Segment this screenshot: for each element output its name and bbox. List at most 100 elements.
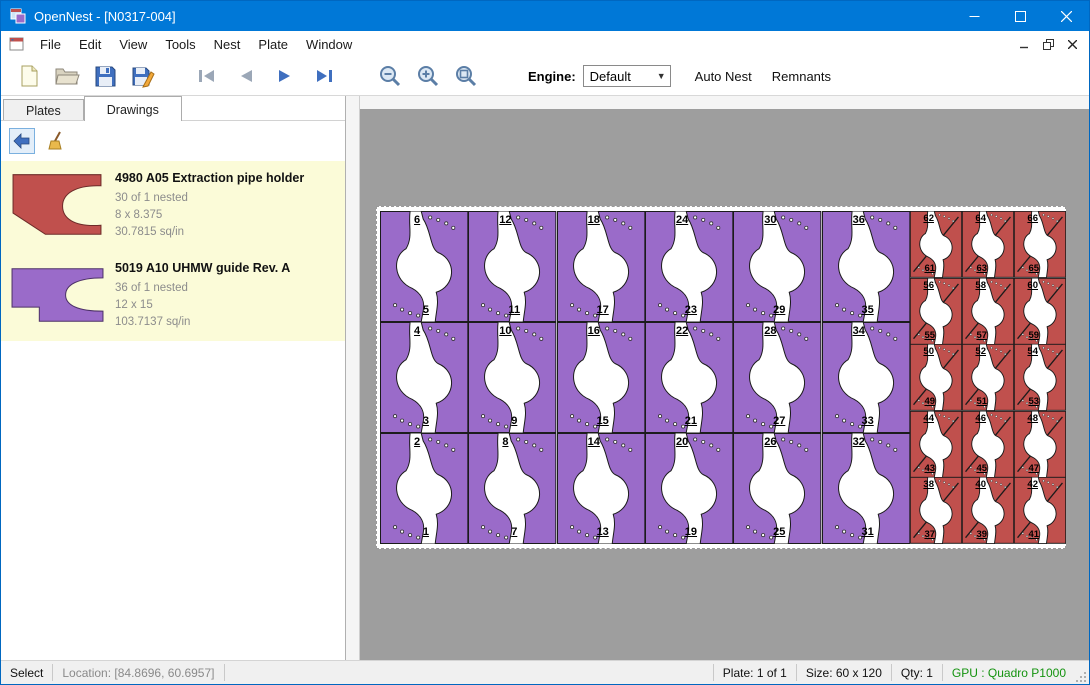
nest-part-pair[interactable]: 43 <box>380 322 468 433</box>
part-number[interactable]: 56 <box>923 281 934 291</box>
part-number[interactable]: 49 <box>924 397 935 407</box>
menu-tools[interactable]: Tools <box>156 33 204 56</box>
nest-part-pair[interactable]: 3029 <box>733 211 821 322</box>
nav-last-button[interactable] <box>308 60 340 92</box>
part-number[interactable]: 44 <box>923 414 934 424</box>
menu-window[interactable]: Window <box>297 33 361 56</box>
mdi-restore-button[interactable] <box>1039 35 1057 53</box>
nest-part-pair[interactable]: 4039 <box>962 477 1014 544</box>
zoom-in-button[interactable] <box>412 60 444 92</box>
part-number[interactable]: 11 <box>508 305 520 316</box>
part-number[interactable]: 15 <box>596 416 608 427</box>
part-number[interactable]: 65 <box>1028 264 1039 274</box>
part-number[interactable]: 66 <box>1027 214 1038 224</box>
part-number[interactable]: 51 <box>976 397 987 407</box>
part-number[interactable]: 62 <box>923 214 934 224</box>
part-number[interactable]: 50 <box>923 347 934 357</box>
part-number[interactable]: 2 <box>414 437 420 448</box>
title-bar[interactable]: OpenNest - [N0317-004] <box>1 1 1089 31</box>
nav-previous-button[interactable] <box>230 60 262 92</box>
nest-part-pair[interactable]: 6463 <box>962 211 1014 278</box>
document-icon[interactable] <box>9 36 25 52</box>
part-number[interactable]: 25 <box>773 527 785 538</box>
nest-part-pair[interactable]: 3433 <box>822 322 910 433</box>
part-number[interactable]: 26 <box>764 437 776 448</box>
nav-next-button[interactable] <box>269 60 301 92</box>
part-number[interactable]: 8 <box>502 437 508 448</box>
maximize-button[interactable] <box>997 1 1043 31</box>
part-number[interactable]: 9 <box>511 416 517 427</box>
nest-part-pair[interactable]: 2019 <box>645 433 733 544</box>
engine-select[interactable]: Default ▼ <box>583 65 671 87</box>
plate[interactable]: 6512111817242330293635431091615222128273… <box>376 206 1066 549</box>
menu-view[interactable]: View <box>110 33 156 56</box>
part-number[interactable]: 54 <box>1027 347 1038 357</box>
save-button[interactable] <box>89 60 121 92</box>
nest-part-pair[interactable]: 21 <box>380 433 468 544</box>
zoom-fit-button[interactable] <box>450 60 482 92</box>
nest-part-pair[interactable]: 3231 <box>822 433 910 544</box>
part-number[interactable]: 37 <box>924 530 935 540</box>
part-number[interactable]: 35 <box>861 305 873 316</box>
nest-part-pair[interactable]: 26 25 <box>733 433 821 544</box>
part-number[interactable]: 42 <box>1027 480 1038 490</box>
part-number[interactable]: 60 <box>1027 281 1038 291</box>
zoom-out-button[interactable] <box>374 60 406 92</box>
part-number[interactable]: 7 <box>511 527 517 538</box>
nest-canvas[interactable]: 6512111817242330293635431091615222128273… <box>360 96 1089 660</box>
part-number[interactable]: 55 <box>924 331 935 341</box>
part-number[interactable]: 1 <box>423 527 429 538</box>
nest-part-pair[interactable]: 3635 <box>822 211 910 322</box>
mdi-minimize-button[interactable] <box>1015 35 1033 53</box>
part-number[interactable]: 53 <box>1028 397 1039 407</box>
part-number[interactable]: 20 <box>676 437 688 448</box>
part-number[interactable]: 5 <box>423 305 429 316</box>
part-number[interactable]: 3 <box>423 416 429 427</box>
part-number[interactable]: 13 <box>596 527 608 538</box>
part-number[interactable]: 14 <box>588 437 600 448</box>
part-number[interactable]: 30 <box>764 215 776 226</box>
flip-part-button[interactable] <box>9 128 35 154</box>
nest-part-pair[interactable]: 6261 <box>910 211 962 278</box>
open-button[interactable] <box>51 60 83 92</box>
part-number[interactable]: 63 <box>976 264 987 274</box>
drawing-item-2[interactable]: 5019 A10 UHMW guide Rev. A 36 of 1 neste… <box>1 251 345 341</box>
nest-part-pair[interactable]: 28 27 <box>733 322 821 433</box>
part-number[interactable]: 31 <box>861 527 873 538</box>
part-number[interactable]: 48 <box>1027 414 1038 424</box>
nav-first-button[interactable] <box>191 60 223 92</box>
resize-grip[interactable] <box>1075 661 1089 684</box>
nest-part-pair[interactable]: 38 37 <box>910 477 962 544</box>
clear-brush-button[interactable] <box>43 128 69 154</box>
nest-part-pair[interactable]: 14 13 <box>557 433 645 544</box>
remnants-button[interactable]: Remnants <box>766 65 837 88</box>
tab-drawings[interactable]: Drawings <box>84 96 182 121</box>
part-number[interactable]: 52 <box>975 347 986 357</box>
part-number[interactable]: 45 <box>976 464 987 474</box>
part-number[interactable]: 38 <box>923 480 934 490</box>
mdi-close-button[interactable] <box>1063 35 1081 53</box>
part-number[interactable]: 39 <box>976 530 987 540</box>
menu-nest[interactable]: Nest <box>205 33 250 56</box>
part-number[interactable]: 22 <box>676 326 688 337</box>
part-number[interactable]: 46 <box>975 414 986 424</box>
menu-file[interactable]: File <box>31 33 70 56</box>
part-number[interactable]: 12 <box>499 215 511 226</box>
part-number[interactable]: 4 <box>414 326 420 337</box>
part-number[interactable]: 27 <box>773 416 785 427</box>
part-number[interactable]: 23 <box>685 305 697 316</box>
part-number[interactable]: 41 <box>1028 530 1039 540</box>
part-number[interactable]: 43 <box>924 464 935 474</box>
nest-part-pair[interactable]: 109 <box>468 322 556 433</box>
part-number[interactable]: 16 <box>588 326 600 337</box>
part-number[interactable]: 28 <box>764 326 776 337</box>
nest-part-pair[interactable]: 48 47 <box>1014 411 1066 478</box>
nest-part-pair[interactable]: 6059 <box>1014 278 1066 345</box>
part-number[interactable]: 17 <box>596 305 608 316</box>
nest-part-pair[interactable]: 44 43 <box>910 411 962 478</box>
nest-part-pair[interactable]: 42 41 <box>1014 477 1066 544</box>
nest-part-pair[interactable]: 52 51 <box>962 344 1014 411</box>
part-number[interactable]: 34 <box>853 326 865 337</box>
part-number[interactable]: 47 <box>1028 464 1039 474</box>
nest-part-pair[interactable]: 66 65 <box>1014 211 1066 278</box>
